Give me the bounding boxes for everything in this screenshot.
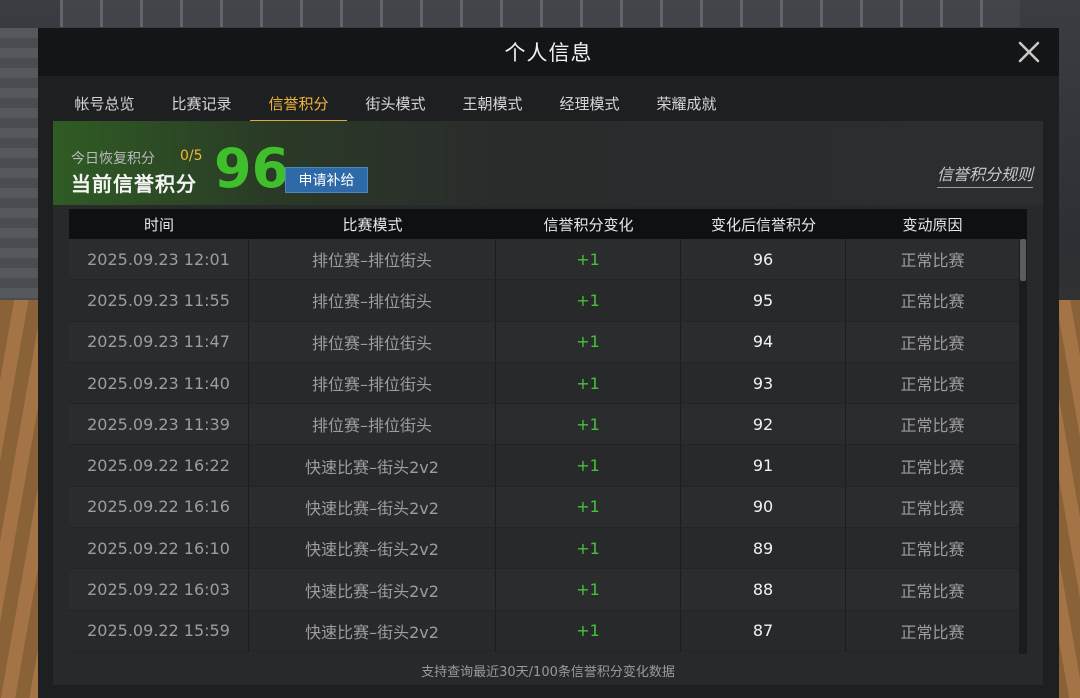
apply-supply-button[interactable]: 申请补给 (285, 167, 368, 193)
cell-change: +1 (496, 610, 681, 651)
header-after: 变化后信誉积分 (710, 215, 816, 234)
cell-time: 2025.09.23 11:39 (69, 404, 249, 445)
cell-mode: 排位赛–排位街头 (249, 362, 496, 404)
cell-after: 89 (681, 528, 846, 569)
tab-account-overview[interactable]: 帐号总览 (56, 84, 153, 122)
current-credit-label: 当前信誉积分 (71, 172, 197, 196)
dialog-title-bar: 个人信息 (38, 28, 1059, 76)
cell-after: 95 (681, 280, 846, 321)
table-row: 2025.09.23 11:55 排位赛–排位街头 +1 95 正常比赛 (69, 280, 1019, 322)
credit-summary: 今日恢复积分 0/5 当前信誉积分 96 申请补给 信誉积分规则 (53, 121, 1043, 205)
cell-after: 87 (681, 610, 846, 651)
cell-after: 94 (681, 321, 846, 362)
cell-change: +1 (496, 321, 681, 362)
scrollbar-thumb[interactable] (1020, 239, 1026, 281)
cell-mode: 快速比赛–街头2v2 (249, 610, 496, 651)
cell-change: +1 (496, 362, 681, 404)
cell-time: 2025.09.23 11:40 (69, 362, 249, 404)
cell-reason: 正常比赛 (900, 457, 965, 477)
cell-time: 2025.09.22 15:59 (69, 610, 249, 651)
personal-info-dialog: 个人信息 帐号总览 比赛记录 信誉积分 街头模式 王朝模式 经理模式 荣耀成就 … (38, 27, 1059, 698)
tab-street-mode[interactable]: 街头模式 (347, 84, 444, 122)
cell-after: 90 (681, 486, 846, 528)
cell-mode: 快速比赛–街头2v2 (249, 569, 496, 610)
table-row: 2025.09.23 11:40 排位赛–排位街头 +1 93 正常比赛 (69, 362, 1019, 405)
cell-reason: 正常比赛 (900, 333, 965, 353)
credit-history-table: 时间 比赛模式 信誉积分变化 变化后信誉积分 变动原因 2025.09.23 1… (69, 209, 1027, 654)
current-credit-score: 96 (214, 137, 290, 200)
table-row: 2025.09.22 16:22 快速比赛–街头2v2 +1 91 正常比赛 (69, 445, 1019, 487)
close-button[interactable] (1017, 40, 1041, 64)
tab-match-history[interactable]: 比赛记录 (153, 84, 250, 122)
tab-honor-achievements[interactable]: 荣耀成就 (638, 84, 735, 122)
table-header: 时间 比赛模式 信誉积分变化 变化后信誉积分 变动原因 (69, 209, 1027, 239)
cell-change: +1 (496, 239, 681, 280)
cell-reason: 正常比赛 (900, 416, 965, 436)
cell-after: 88 (681, 569, 846, 610)
cell-change: +1 (496, 404, 681, 445)
header-reason: 变动原因 (902, 215, 963, 234)
cell-time: 2025.09.22 16:22 (69, 445, 249, 486)
cell-reason: 正常比赛 (900, 375, 965, 395)
cell-mode: 快速比赛–街头2v2 (249, 445, 496, 486)
table-row: 2025.09.23 11:47 排位赛–排位街头 +1 94 正常比赛 (69, 321, 1019, 363)
tab-dynasty-mode[interactable]: 王朝模式 (444, 84, 541, 122)
cell-mode: 快速比赛–街头2v2 (249, 528, 496, 569)
cell-mode: 排位赛–排位街头 (249, 404, 496, 445)
cell-time: 2025.09.22 16:03 (69, 569, 249, 610)
cell-reason: 正常比赛 (900, 251, 965, 271)
cell-reason: 正常比赛 (900, 292, 965, 312)
cell-time: 2025.09.22 16:10 (69, 528, 249, 569)
credit-score-panel: 今日恢复积分 0/5 当前信誉积分 96 申请补给 信誉积分规则 时间 比赛模式… (53, 121, 1043, 685)
cell-mode: 快速比赛–街头2v2 (249, 486, 496, 528)
cell-time: 2025.09.23 11:55 (69, 280, 249, 321)
query-limit-note: 支持查询最近30天/100条信誉积分变化数据 (421, 665, 675, 680)
cell-change: +1 (496, 280, 681, 321)
dialog-title: 个人信息 (504, 41, 593, 65)
today-recovered-count: 0/5 (180, 148, 203, 164)
tab-credit-score[interactable]: 信誉积分 (250, 84, 347, 122)
cell-change: +1 (496, 486, 681, 528)
header-mode: 比赛模式 (342, 215, 403, 234)
table-body: 2025.09.23 12:01 排位赛–排位街头 +1 96 正常比赛 2025.09.… (69, 239, 1019, 654)
cell-time: 2025.09.23 12:01 (69, 239, 249, 280)
cell-after: 93 (681, 362, 846, 404)
table-row: 2025.09.22 16:03 快速比赛–街头2v2 +1 88 正常比赛 (69, 569, 1019, 611)
table-row: 2025.09.22 16:16 快速比赛–街头2v2 +1 90 正常比赛 (69, 486, 1019, 529)
cell-reason: 正常比赛 (900, 622, 965, 642)
cell-time: 2025.09.22 16:16 (69, 486, 249, 528)
header-change: 信誉积分变化 (543, 215, 634, 234)
tab-manager-mode[interactable]: 经理模式 (541, 84, 638, 122)
today-recovered-label: 今日恢复积分 (71, 151, 155, 167)
cell-reason: 正常比赛 (900, 540, 965, 560)
cell-reason: 正常比赛 (900, 581, 965, 601)
cell-change: +1 (496, 528, 681, 569)
cell-mode: 排位赛–排位街头 (249, 280, 496, 321)
tab-bar: 帐号总览 比赛记录 信誉积分 街头模式 王朝模式 经理模式 荣耀成就 (56, 84, 735, 122)
cell-mode: 排位赛–排位街头 (249, 239, 496, 280)
cell-after: 91 (681, 445, 846, 486)
cell-change: +1 (496, 569, 681, 610)
cell-after: 92 (681, 404, 846, 445)
close-icon (1018, 41, 1040, 63)
table-row: 2025.09.22 15:59 快速比赛–街头2v2 +1 87 正常比赛 (69, 610, 1019, 652)
credit-rules-link[interactable]: 信誉积分规则 (936, 161, 1033, 188)
cell-time: 2025.09.23 11:47 (69, 321, 249, 362)
table-row: 2025.09.22 16:10 快速比赛–街头2v2 +1 89 正常比赛 (69, 528, 1019, 570)
cell-after: 96 (681, 239, 846, 280)
header-time: 时间 (143, 215, 174, 234)
table-row: 2025.09.23 12:01 排位赛–排位街头 +1 96 正常比赛 (69, 239, 1019, 281)
background-truss (60, 0, 1020, 28)
cell-change: +1 (496, 445, 681, 486)
cell-mode: 排位赛–排位街头 (249, 321, 496, 362)
table-row: 2025.09.23 11:39 排位赛–排位街头 +1 92 正常比赛 (69, 404, 1019, 446)
cell-reason: 正常比赛 (900, 498, 965, 518)
table-scrollbar[interactable] (1019, 239, 1027, 654)
